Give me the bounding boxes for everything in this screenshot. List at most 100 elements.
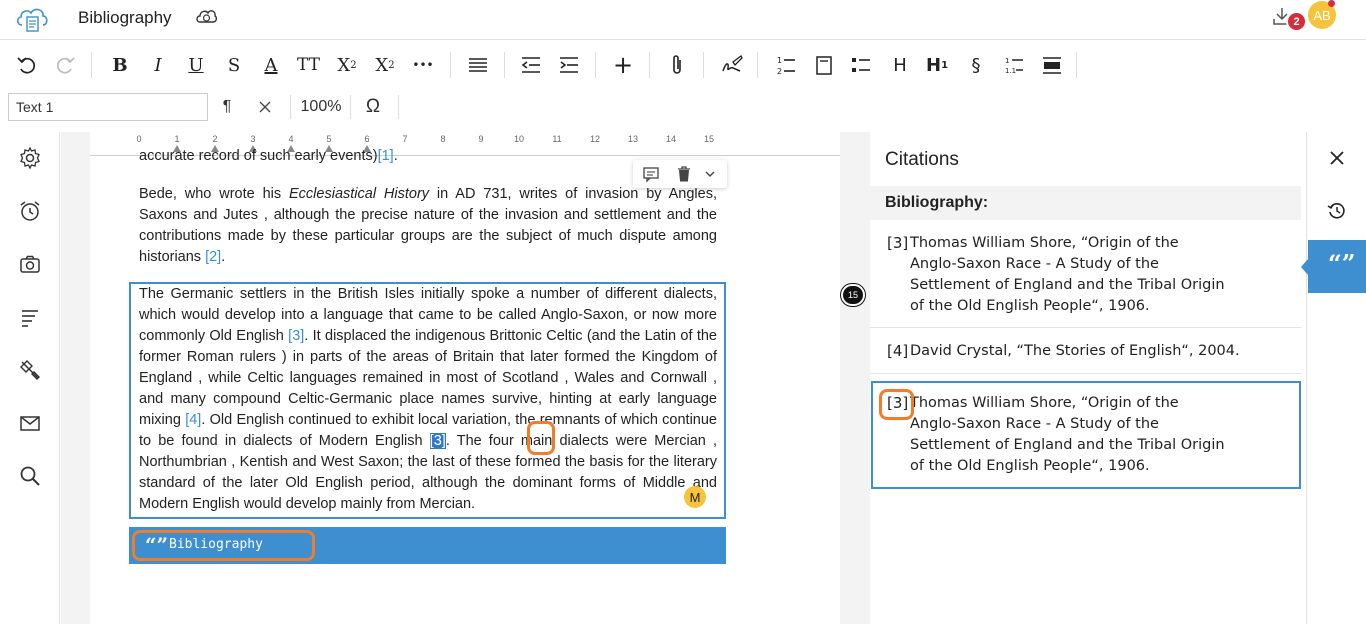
trash-icon[interactable] bbox=[675, 165, 693, 183]
outdent-icon[interactable] bbox=[520, 52, 542, 78]
list-numbering-icon[interactable]: 1 1.1 bbox=[1003, 52, 1025, 78]
show-formatting-button[interactable]: ¶ bbox=[220, 94, 234, 120]
numbered-heading-button[interactable]: H1 bbox=[926, 52, 948, 78]
highlight-ring bbox=[527, 421, 555, 455]
style-divider bbox=[398, 95, 399, 119]
heading-button[interactable]: H bbox=[889, 52, 911, 78]
strikethrough-button[interactable]: S bbox=[223, 52, 245, 78]
ruler-number: 7 bbox=[402, 134, 408, 144]
comment-count-badge[interactable]: 15 bbox=[841, 284, 865, 306]
special-characters-button[interactable]: Ω bbox=[364, 94, 382, 120]
redo-icon[interactable] bbox=[54, 52, 76, 78]
cloud-document-icon[interactable] bbox=[14, 3, 50, 35]
left-sidebar bbox=[0, 132, 60, 624]
ruler-number: 8 bbox=[440, 134, 446, 144]
font-size-button[interactable]: TT bbox=[297, 52, 320, 78]
table-of-contents-icon[interactable] bbox=[1041, 52, 1063, 78]
divider bbox=[870, 373, 1301, 374]
citation-text: Thomas William Shore, “Origin of the Ang… bbox=[910, 395, 1225, 474]
history-icon[interactable] bbox=[1327, 201, 1347, 221]
page-break-icon[interactable] bbox=[813, 52, 835, 78]
selected-citation-link[interactable]: [3] bbox=[429, 433, 446, 449]
ruler-number: 9 bbox=[478, 134, 484, 144]
citation-link[interactable]: [2] bbox=[205, 249, 221, 265]
bold-button[interactable]: B bbox=[109, 52, 131, 78]
paragraph-style-input[interactable] bbox=[8, 93, 208, 121]
citation-link[interactable]: [4] bbox=[185, 412, 201, 428]
bede-text-1: Bede, who wrote his bbox=[139, 186, 290, 202]
panel-title: Citations bbox=[885, 149, 959, 170]
svg-text:1.1: 1.1 bbox=[1005, 67, 1016, 75]
right-rail: “” bbox=[1301, 132, 1366, 624]
document-page[interactable]: 0 1 2 3 4 5 6 7 8 9 10 11 12 13 14 15 accurate record o… bbox=[90, 132, 840, 624]
alarm-clock-icon[interactable] bbox=[18, 199, 42, 223]
ruler-number: 4 bbox=[288, 134, 294, 144]
numbered-list-icon[interactable]: 1 2 bbox=[775, 52, 797, 78]
paragraph-bede[interactable]: Bede, who wrote his Ecclesiastical Histo… bbox=[139, 184, 717, 268]
document-title: Bibliography bbox=[78, 8, 172, 27]
paragraph-partial[interactable]: accurate record of such early events)[1]… bbox=[139, 146, 717, 168]
highlight-ring bbox=[132, 530, 315, 561]
ruler-number: 6 bbox=[364, 134, 370, 144]
floating-paragraph-tools bbox=[633, 160, 727, 188]
citations-panel: Citations Bibliography: [3] Thomas Willi… bbox=[870, 132, 1306, 624]
partial-end: . bbox=[393, 148, 398, 164]
notification-badge: 2 bbox=[1286, 11, 1307, 32]
insert-button[interactable]: + bbox=[612, 51, 634, 79]
ruler-number: 13 bbox=[627, 134, 639, 144]
svg-text:1: 1 bbox=[777, 56, 782, 65]
ruler-number: 3 bbox=[250, 134, 256, 144]
citation-item-selected[interactable]: [3] Thomas William Shore, “Origin of the… bbox=[870, 393, 1301, 483]
superscript-button[interactable]: X2 bbox=[336, 52, 358, 78]
section-button[interactable]: § bbox=[965, 52, 987, 78]
clear-format-icon[interactable] bbox=[257, 94, 273, 120]
formatting-toolbar: B I U S A TT X2 X2 ••• + 1 2 H H 1 § 1 1… bbox=[0, 40, 1366, 90]
camera-icon[interactable] bbox=[18, 252, 42, 276]
indent-icon[interactable] bbox=[558, 52, 580, 78]
subscript-button[interactable]: X2 bbox=[374, 52, 396, 78]
ruler-number: 11 bbox=[552, 134, 562, 144]
citation-link[interactable]: [1] bbox=[378, 148, 394, 164]
subscript-label: X bbox=[375, 54, 389, 76]
underline-button[interactable]: U bbox=[185, 52, 207, 78]
paperclip-icon[interactable] bbox=[666, 52, 688, 78]
partial-text: accurate record of such early events) bbox=[139, 148, 378, 164]
citations-tab[interactable]: “” bbox=[1301, 240, 1366, 293]
signature-icon[interactable] bbox=[720, 52, 744, 78]
magic-tools-icon[interactable] bbox=[18, 358, 42, 382]
citation-item[interactable]: [4] David Crystal, “The Stories of Engli… bbox=[870, 341, 1301, 371]
chevron-down-icon[interactable] bbox=[701, 165, 719, 183]
toolbar-divider bbox=[757, 52, 758, 78]
divider bbox=[870, 327, 1301, 328]
zoom-level[interactable]: 100% bbox=[300, 94, 342, 120]
panel-subheading: Bibliography: bbox=[870, 186, 1301, 220]
citation-item[interactable]: [3] Thomas William Shore, “Origin of the… bbox=[870, 233, 1301, 323]
quote-icon: “” bbox=[1328, 249, 1356, 278]
search-icon[interactable] bbox=[18, 464, 42, 488]
style-divider bbox=[350, 95, 351, 119]
ruler-number: 2 bbox=[212, 134, 218, 144]
subscript-mark: 2 bbox=[388, 59, 395, 71]
gear-icon[interactable] bbox=[18, 146, 42, 170]
ruler-number: 5 bbox=[326, 134, 332, 144]
bede-italic: Ecclesiastical History bbox=[289, 186, 430, 202]
bullet-list-icon[interactable] bbox=[850, 52, 872, 78]
cloud-sync-icon[interactable] bbox=[195, 7, 217, 25]
outline-icon[interactable] bbox=[18, 305, 42, 329]
envelope-icon[interactable] bbox=[18, 411, 42, 435]
superscript-mark: 2 bbox=[350, 59, 357, 71]
citation-link[interactable]: [3] bbox=[288, 328, 304, 344]
more-button[interactable]: ••• bbox=[412, 52, 434, 78]
paragraph-germanic[interactable]: The Germanic settlers in the British Isl… bbox=[139, 284, 717, 515]
italic-button[interactable]: I bbox=[147, 52, 169, 78]
svg-text:2: 2 bbox=[777, 67, 782, 76]
active-tab-arrow bbox=[1301, 259, 1308, 275]
svg-text:1: 1 bbox=[1005, 57, 1009, 65]
align-justify-icon[interactable] bbox=[467, 52, 489, 78]
citation-number: [3] bbox=[887, 234, 909, 252]
close-icon[interactable] bbox=[1327, 148, 1347, 168]
text-color-button[interactable]: A bbox=[260, 52, 282, 78]
style-divider bbox=[290, 95, 291, 119]
comment-icon[interactable] bbox=[642, 165, 660, 183]
undo-icon[interactable] bbox=[16, 52, 38, 78]
